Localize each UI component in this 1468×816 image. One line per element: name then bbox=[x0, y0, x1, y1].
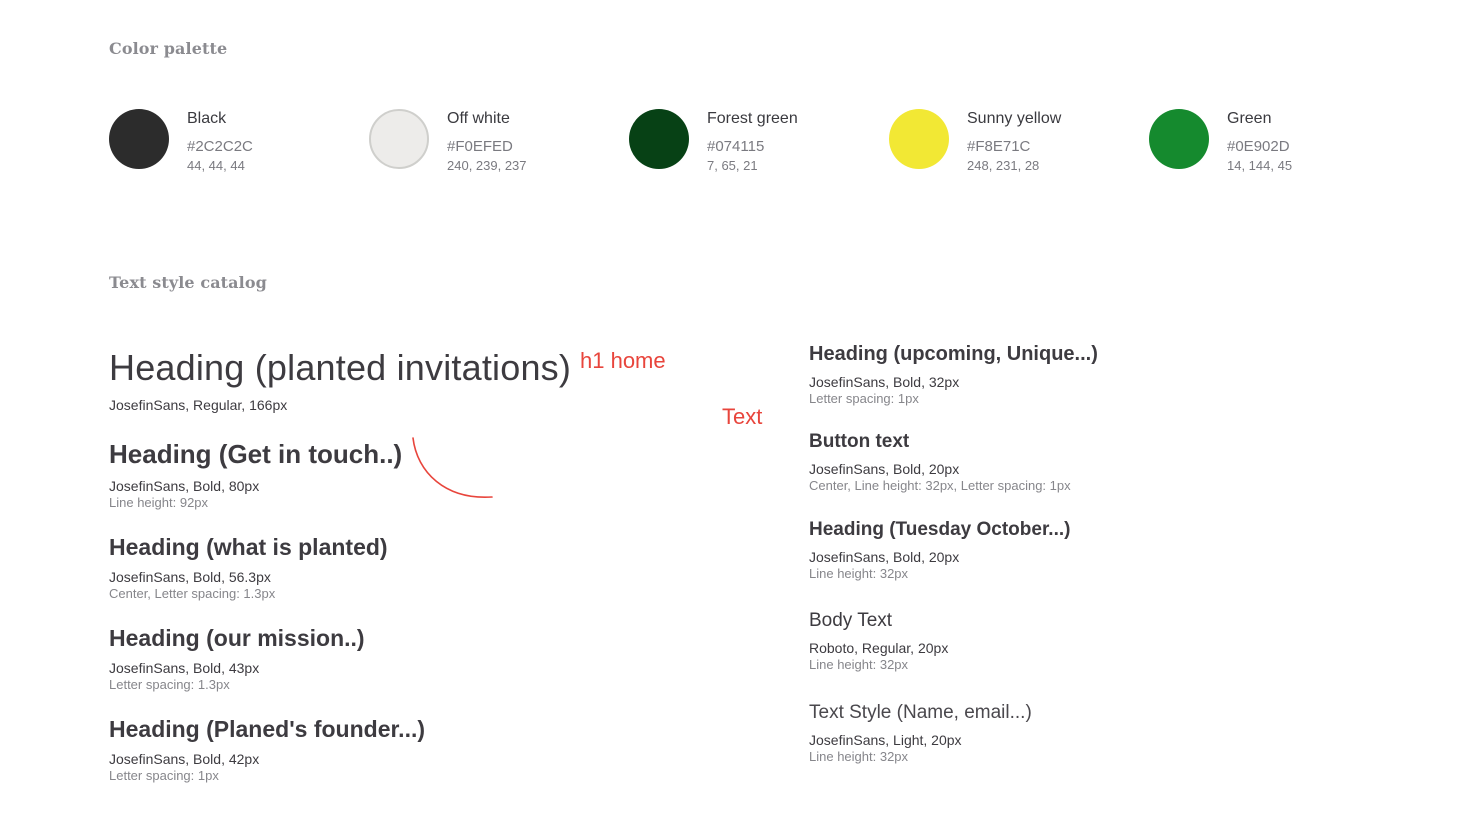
style-sample: Button text bbox=[809, 431, 910, 452]
swatch-hex: #F0EFED bbox=[447, 138, 513, 155]
style-spec: JosefinSans, Bold, 20px bbox=[809, 460, 960, 477]
style-note: Line height: 32px bbox=[809, 748, 909, 764]
swatch-circle bbox=[369, 109, 429, 169]
style-note: Letter spacing: 1.3px bbox=[109, 677, 230, 693]
style-spec: JosefinSans, Bold, 20px bbox=[809, 548, 960, 565]
style-note: Center, Letter spacing: 1.3px bbox=[109, 586, 276, 602]
swatch-rgb: 14, 144, 45 bbox=[1227, 158, 1293, 173]
swatch-rgb: 44, 44, 44 bbox=[187, 158, 245, 173]
style-spec: Roboto, Regular, 20px bbox=[809, 639, 949, 656]
color-swatch-forest-green: Forest green #074115 7, 65, 21 bbox=[629, 109, 889, 179]
swatch-name: Forest green bbox=[707, 110, 798, 127]
swatch-hex: #074115 bbox=[707, 138, 765, 155]
text-style-heading-what-is-planted: Heading (what is planted) JosefinSans, B… bbox=[109, 534, 388, 602]
swatch-name: Off white bbox=[447, 110, 510, 127]
style-spec: JosefinSans, Bold, 80px bbox=[109, 477, 260, 494]
text-style-body-text: Body Text Roboto, Regular, 20px Line hei… bbox=[809, 610, 949, 673]
swatch-circle bbox=[629, 109, 689, 169]
color-palette-title: Color palette bbox=[109, 39, 228, 58]
style-note: Line height: 32px bbox=[809, 656, 909, 672]
text-style-name-email: Text Style (Name, email...) JosefinSans,… bbox=[809, 702, 1032, 765]
style-spec: JosefinSans, Regular, 166px bbox=[109, 396, 288, 413]
swatch-name: Green bbox=[1227, 110, 1272, 127]
color-swatch-off-white: Off white #F0EFED 240, 239, 237 bbox=[369, 109, 629, 179]
color-swatch-black: Black #2C2C2C 44, 44, 44 bbox=[109, 109, 369, 179]
style-sample: Body Text bbox=[809, 610, 893, 631]
swatch-name: Sunny yellow bbox=[967, 110, 1062, 127]
style-note: Line height: 92px bbox=[109, 494, 209, 510]
text-style-heading-planted-invitations: Heading (planted invitations) JosefinSan… bbox=[109, 348, 571, 414]
swatch-circle bbox=[109, 109, 169, 169]
swatch-rgb: 7, 65, 21 bbox=[707, 158, 758, 173]
style-sample: Heading (our mission..) bbox=[109, 625, 365, 651]
style-sample: Heading (Get in touch..) bbox=[109, 439, 403, 469]
text-style-heading-tuesday-october: Heading (Tuesday October...) JosefinSans… bbox=[809, 519, 1071, 582]
style-spec: JosefinSans, Bold, 56.3px bbox=[109, 569, 271, 586]
annotation-text: Text bbox=[722, 404, 763, 429]
style-note: Line height: 32px bbox=[809, 565, 909, 581]
swatch-hex: #2C2C2C bbox=[187, 138, 253, 155]
swatch-circle bbox=[1149, 109, 1209, 169]
swatch-circle bbox=[889, 109, 949, 169]
style-note: Letter spacing: 1px bbox=[109, 768, 219, 784]
style-sample: Heading (Tuesday October...) bbox=[809, 519, 1071, 540]
text-style-button-text: Button text JosefinSans, Bold, 20px Cent… bbox=[809, 431, 1071, 494]
style-spec: JosefinSans, Light, 20px bbox=[809, 731, 962, 748]
text-style-heading-our-mission: Heading (our mission..) JosefinSans, Bol… bbox=[109, 625, 365, 693]
text-style-catalog-title: Text style catalog bbox=[109, 273, 267, 292]
color-swatch-sunny-yellow: Sunny yellow #F8E71C 248, 231, 28 bbox=[889, 109, 1149, 179]
text-style-heading-planeds-founder: Heading (Planed's founder...) JosefinSan… bbox=[109, 716, 426, 784]
annotation-h1-home: h1 home bbox=[580, 348, 666, 373]
swatch-rgb: 248, 231, 28 bbox=[967, 158, 1040, 173]
annotation-arc bbox=[412, 437, 493, 498]
style-sample: Heading (Planed's founder...) bbox=[109, 716, 426, 742]
style-spec: JosefinSans, Bold, 32px bbox=[809, 374, 960, 390]
swatch-hex: #0E902D bbox=[1227, 138, 1290, 155]
style-spec: JosefinSans, Bold, 43px bbox=[109, 660, 260, 677]
swatch-hex: #F8E71C bbox=[967, 138, 1031, 155]
text-style-heading-get-in-touch: Heading (Get in touch..) JosefinSans, Bo… bbox=[109, 440, 402, 511]
style-spec: JosefinSans, Bold, 42px bbox=[109, 751, 260, 768]
style-sample: Heading (what is planted) bbox=[109, 534, 388, 560]
swatch-rgb: 240, 239, 237 bbox=[447, 158, 527, 173]
style-note: Center, Line height: 32px, Letter spacin… bbox=[809, 477, 1071, 493]
annotation-arc-stroke bbox=[412, 437, 493, 498]
style-sample: Text Style (Name, email...) bbox=[809, 702, 1032, 723]
style-sample: Heading (planted invitations) bbox=[109, 347, 572, 388]
text-style-heading-upcoming: Heading (upcoming, Unique...) JosefinSan… bbox=[809, 343, 1098, 407]
style-note: Letter spacing: 1px bbox=[809, 391, 919, 406]
swatch-name: Black bbox=[187, 110, 227, 127]
color-swatch-green: Green #0E902D 14, 144, 45 bbox=[1149, 109, 1409, 179]
style-sample: Heading (upcoming, Unique...) bbox=[809, 343, 1098, 365]
